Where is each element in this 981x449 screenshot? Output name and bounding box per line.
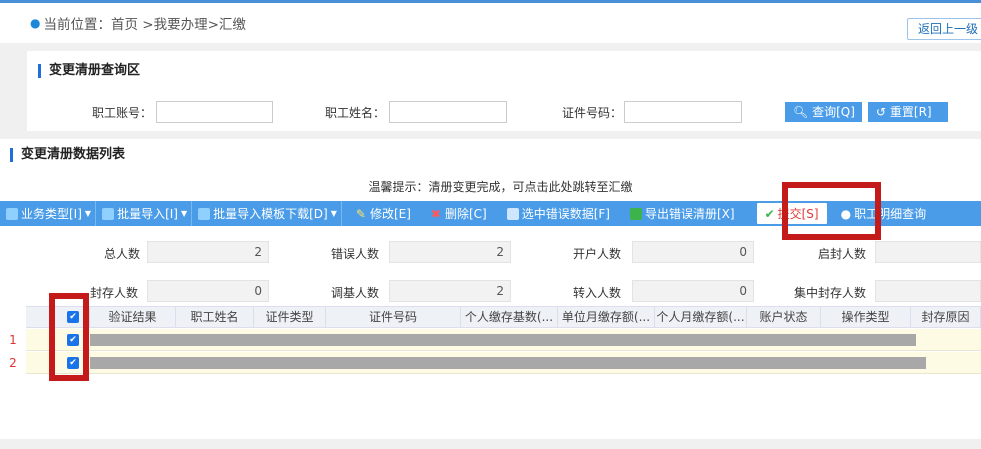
total-label: 总人数 (104, 247, 141, 261)
search-icon: 🔍︎ (793, 105, 809, 119)
col-header[interactable]: 单位月缴存额(... (558, 307, 655, 328)
grid-header: ✔ 验证结果 职工姓名 证件类型 证件号码 个人缴存基数(... 单位月缴存额(… (26, 306, 981, 328)
table-row[interactable]: ✔ (26, 329, 981, 351)
chevron-down-icon: ▼ (330, 209, 337, 218)
central-seal-label: 集中封存人数 (794, 286, 867, 300)
col-header[interactable]: 证件类型 (254, 307, 326, 328)
transfer-value: 0 (632, 280, 754, 302)
chevron-down-icon: ▼ (84, 209, 92, 218)
business-type-button[interactable]: 业务类型[I] ▼ (0, 201, 97, 226)
list-section-title: 变更清册数据列表 (10, 148, 125, 162)
row-checkbox[interactable]: ✔ (67, 334, 79, 346)
unseal-value (875, 241, 981, 263)
col-header[interactable]: 封存原因 (911, 307, 981, 328)
open-value: 0 (632, 241, 754, 263)
breadcrumb-label: 当前位置： (43, 17, 111, 33)
seal-value: 0 (147, 280, 269, 302)
check-icon: ✔ (764, 206, 775, 221)
adjust-value: 2 (389, 280, 511, 302)
redacted-row-data (90, 357, 926, 369)
row-checkbox[interactable]: ✔ (67, 357, 79, 369)
transfer-label: 转入人数 (573, 286, 622, 300)
breadcrumb: ● 当前位置： 首页 >我要办理>汇缴 返回上一级 (0, 3, 981, 43)
breadcrumb-path[interactable]: 首页 >我要办理>汇缴 (111, 13, 246, 33)
back-button[interactable]: 返回上一级 (906, 18, 981, 40)
id-label: 证件号码： (562, 106, 623, 120)
open-label: 开户人数 (573, 247, 622, 261)
error-value: 2 (389, 241, 511, 263)
col-header[interactable]: 个人缴存基数(... (461, 307, 558, 328)
row-number: 2 (9, 356, 17, 370)
seal-label: 封存人数 (90, 286, 139, 300)
edit-icon: ✎ (355, 206, 366, 221)
reset-icon: ↺ (876, 105, 887, 119)
name-label: 职工姓名： (325, 106, 386, 120)
download-icon (198, 207, 211, 220)
export-icon (630, 207, 642, 220)
reset-button[interactable]: ↺ 重置[R] (868, 102, 948, 122)
error-label: 错误人数 (331, 247, 380, 261)
col-header[interactable]: 职工姓名 (176, 307, 254, 328)
name-input[interactable] (389, 101, 507, 123)
search-label: 查询[Q] (812, 105, 855, 119)
delete-button[interactable]: ✖ 删除[C] (425, 201, 493, 226)
account-label: 职工账号： (92, 106, 153, 120)
col-header[interactable]: 验证结果 (90, 307, 176, 328)
batch-import-button[interactable]: 批量导入[I] ▼ (96, 201, 193, 226)
employee-detail-button[interactable]: ● 职工明细查询 (835, 201, 933, 226)
edit-button[interactable]: ✎ 修改[E] (350, 201, 417, 226)
table-row[interactable]: ✔ (26, 352, 981, 374)
col-header[interactable]: 证件号码 (326, 307, 461, 328)
central-seal-value (875, 280, 981, 302)
select-error-icon (506, 207, 519, 220)
id-input[interactable] (624, 101, 742, 123)
reset-label: 重置[R] (889, 105, 932, 119)
col-header[interactable]: 个人月缴存额(... (655, 307, 747, 328)
account-input[interactable] (156, 101, 273, 123)
chevron-down-icon: ▼ (180, 209, 188, 218)
import-icon (102, 207, 115, 220)
select-all-checkbox[interactable]: ✔ (67, 311, 79, 323)
tip-link[interactable]: 温馨提示：清册变更完成，可点击此处跳转至汇缴 (0, 178, 981, 195)
toolbar: 业务类型[I] ▼ 批量导入[I] ▼ 批量导入模板下载[D] ▼ ✎ 修改[E] ✖ 删… (0, 201, 981, 226)
submit-button[interactable]: ✔ 提交[S] (756, 203, 827, 224)
select-all-cell[interactable]: ✔ (26, 307, 90, 328)
col-header[interactable]: 操作类型 (821, 307, 911, 328)
adjust-label: 调基人数 (331, 286, 380, 300)
export-error-button[interactable]: 导出错误清册[X] (624, 201, 741, 226)
delete-icon: ✖ (430, 206, 441, 221)
template-download-button[interactable]: 批量导入模板下载[D] ▼ (192, 201, 342, 226)
location-pin-icon: ● (30, 16, 41, 30)
unseal-label: 启封人数 (818, 247, 867, 261)
select-error-button[interactable]: 选中错误数据[F] (501, 201, 616, 226)
redacted-row-data (90, 334, 916, 346)
search-button[interactable]: 🔍︎ 查询[Q] (785, 102, 862, 122)
row-number: 1 (9, 333, 17, 347)
business-icon (6, 207, 18, 220)
col-header[interactable]: 账户状态 (747, 307, 821, 328)
query-section-title: 变更清册查询区 (38, 64, 140, 78)
search-icon: ● (840, 206, 852, 221)
total-value: 2 (147, 241, 269, 263)
